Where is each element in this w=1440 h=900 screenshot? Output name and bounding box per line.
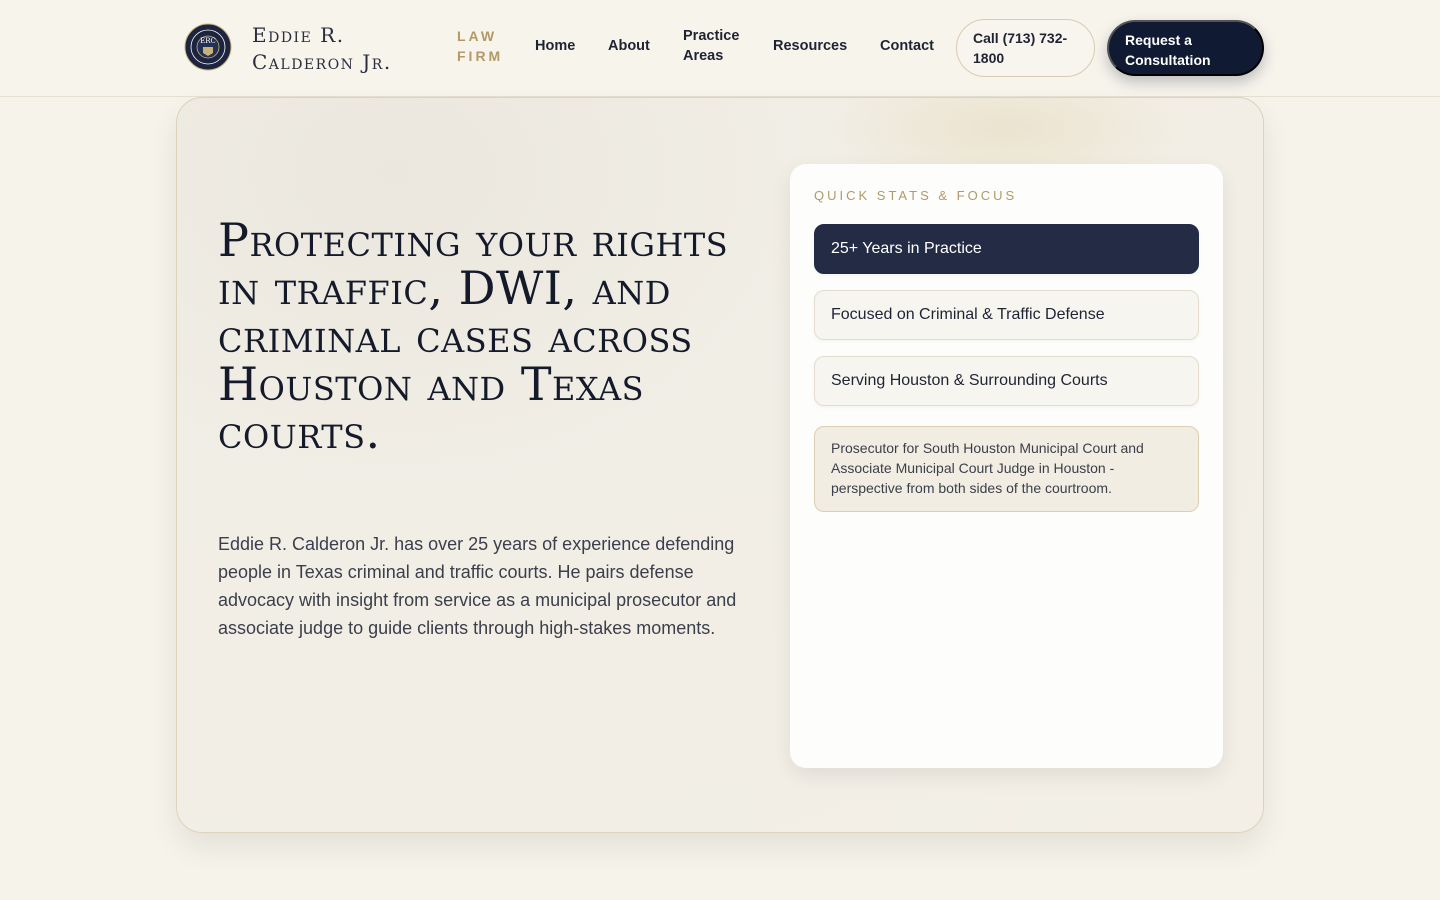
quick-stats-card: QUICK STATS & FOCUS 25+ Years in Practic… xyxy=(790,164,1223,768)
request-consultation-button[interactable]: Request a Consultation xyxy=(1107,20,1264,76)
nav-contact[interactable]: Contact xyxy=(880,36,934,56)
nav-about[interactable]: About xyxy=(608,36,650,56)
firm-name[interactable]: Eddie R. Calderon Jr. xyxy=(252,22,442,76)
hero-title: Protecting your rights in traffic, DWI, … xyxy=(218,213,729,459)
call-button[interactable]: Call (713) 732-1800 xyxy=(956,19,1095,77)
stat-years-in-practice[interactable]: 25+ Years in Practice xyxy=(814,224,1199,274)
hero-description: Eddie R. Calderon Jr. has over 25 years … xyxy=(218,534,737,638)
nav-home[interactable]: Home xyxy=(535,36,575,56)
stat-focus-defense[interactable]: Focused on Criminal & Traffic Defense xyxy=(814,290,1199,340)
firm-seal-logo[interactable]: ERC xyxy=(184,23,232,71)
firm-tag: LAW FIRM xyxy=(457,28,504,64)
experience-note: Prosecutor for South Houston Municipal C… xyxy=(814,426,1199,512)
quick-stats-label: QUICK STATS & FOCUS xyxy=(814,188,1018,203)
stat-service-area[interactable]: Serving Houston & Surrounding Courts xyxy=(814,356,1199,406)
hero-section: Protecting your rights in traffic, DWI, … xyxy=(176,97,1264,833)
logo-monogram: ERC xyxy=(200,37,216,45)
nav-practice-areas[interactable]: Practice Areas xyxy=(683,26,753,66)
nav-resources[interactable]: Resources xyxy=(773,36,847,56)
site-header: ERC Eddie R. Calderon Jr. LAW FIRM Home … xyxy=(0,0,1440,97)
